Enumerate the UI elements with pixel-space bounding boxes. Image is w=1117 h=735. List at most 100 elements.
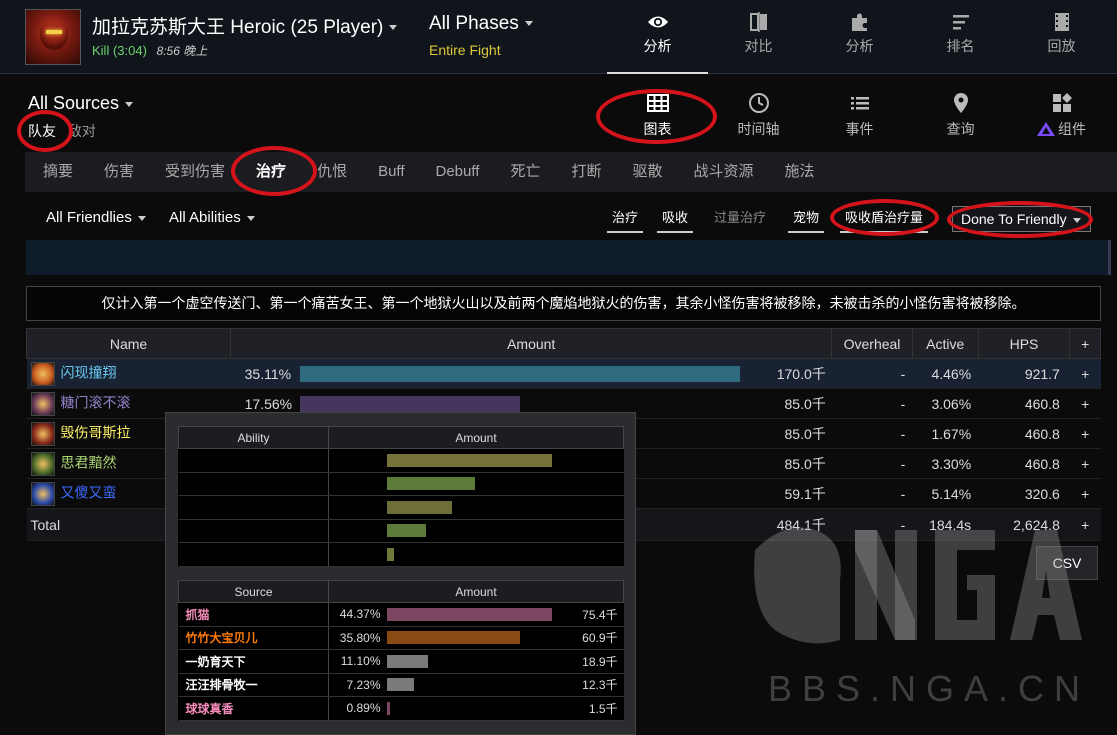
col-overheal[interactable]: Overheal xyxy=(831,328,913,359)
tab-threat[interactable]: 仇恨 xyxy=(307,152,357,192)
tab-summary[interactable]: 摘要 xyxy=(33,152,83,192)
expand-button[interactable]: + xyxy=(1069,358,1101,389)
source-name: 竹竹大宝贝儿 xyxy=(178,626,329,650)
overheal-value: - xyxy=(831,448,913,479)
table-row[interactable]: 闪现撞翔 35.11% 170.0千 -4.46% 921.7 + xyxy=(26,358,1101,389)
source-name: 汪汪排骨牧一 xyxy=(178,673,329,697)
view-label-text: 组件 xyxy=(1058,121,1086,137)
amount-value: 85.0千 xyxy=(758,388,832,419)
friendlies-dropdown[interactable]: All Friendlies xyxy=(46,209,146,226)
phase-sub: Entire Fight xyxy=(429,42,501,58)
hps-value: 460.8 xyxy=(978,418,1070,449)
ability-name xyxy=(178,448,329,473)
pill-overheal[interactable]: 过量治疗 xyxy=(709,205,771,231)
done-to-dropdown[interactable]: Done To Friendly xyxy=(952,206,1091,232)
sources-dropdown[interactable]: All Sources xyxy=(28,93,134,114)
view-tab-events[interactable]: 事件 xyxy=(809,88,910,150)
tab-damage-taken[interactable]: 受到伤害 xyxy=(155,152,235,192)
ability-name xyxy=(178,495,329,520)
expand-button[interactable]: + xyxy=(1069,478,1101,509)
tab-healing[interactable]: 治疗 xyxy=(246,152,296,192)
view-nav: 图表 时间轴 事件 查询 组件 xyxy=(607,88,1112,150)
source-header-row: Source Amount xyxy=(178,580,624,603)
active-value: 3.06% xyxy=(912,388,979,419)
ability-amount xyxy=(556,472,624,496)
tab-interrupts[interactable]: 打断 xyxy=(561,152,611,192)
tab-debuff[interactable]: Debuff xyxy=(426,152,490,192)
view-tab-table[interactable]: 图表 xyxy=(607,88,708,150)
view-label: 图表 xyxy=(643,121,672,137)
col-ability: Ability xyxy=(178,426,329,449)
csv-button[interactable]: CSV xyxy=(1036,546,1098,580)
expand-button[interactable]: + xyxy=(1069,448,1101,479)
nav-label: 对比 xyxy=(744,38,773,54)
tab-bar: 摘要 伤害 受到伤害 治疗 仇恨 Buff Debuff 死亡 打断 驱散 战斗… xyxy=(25,152,1117,192)
ability-bar-cell xyxy=(386,519,557,543)
ranking-icon xyxy=(952,15,969,30)
ability-amount xyxy=(556,448,624,473)
player-name-cell[interactable]: 闪现撞翔 xyxy=(26,358,231,389)
source-tab-friendly[interactable]: 队友 xyxy=(28,123,56,139)
col-amount[interactable]: Amount xyxy=(230,328,833,359)
eye-icon xyxy=(647,16,668,28)
graph-strip[interactable] xyxy=(26,240,1111,275)
amount-bar xyxy=(300,395,521,412)
pill-pets[interactable]: 宠物 xyxy=(788,205,825,233)
compare-icon xyxy=(749,12,767,32)
col-plus[interactable]: + xyxy=(1069,328,1101,359)
source-amount: 75.4千 xyxy=(556,602,624,627)
chevron-down-icon xyxy=(524,21,533,27)
tab-dispels[interactable]: 驱散 xyxy=(622,152,672,192)
expand-button[interactable]: + xyxy=(1069,388,1101,419)
done-to-label: Done To Friendly xyxy=(961,211,1067,227)
tab-damage[interactable]: 伤害 xyxy=(94,152,144,192)
nav-replay[interactable]: 回放 xyxy=(1011,0,1112,74)
ability-percent xyxy=(328,472,387,496)
hps-value: 320.6 xyxy=(978,478,1070,509)
view-tab-timeline[interactable]: 时间轴 xyxy=(708,88,809,150)
ability-name xyxy=(178,519,329,543)
player-name[interactable]: 毁伤哥斯拉 xyxy=(61,424,131,440)
tab-buff[interactable]: Buff xyxy=(368,152,414,192)
tab-resources[interactable]: 战斗资源 xyxy=(683,152,763,192)
col-active[interactable]: Active xyxy=(911,328,979,359)
source-bar xyxy=(386,631,520,645)
nav-puzzle[interactable]: 分析 xyxy=(809,0,910,74)
pill-healing[interactable]: 治疗 xyxy=(607,205,644,233)
pill-absorb[interactable]: 吸收 xyxy=(657,205,694,233)
nav-ranking[interactable]: 排名 xyxy=(910,0,1011,74)
total-amount: 484.1千 xyxy=(758,508,832,541)
chevron-down-icon xyxy=(125,101,134,107)
nav-analysis[interactable]: 分析 xyxy=(607,0,708,74)
boss-avatar xyxy=(25,9,81,65)
abilities-dropdown[interactable]: All Abilities xyxy=(169,209,255,226)
col-name[interactable]: Name xyxy=(25,328,232,359)
view-tab-query[interactable]: 查询 xyxy=(910,88,1011,150)
player-name[interactable]: 糖门滚不滚 xyxy=(61,394,131,410)
total-hps: 2,624.8 xyxy=(978,508,1070,541)
player-name[interactable]: 思君黯然 xyxy=(61,454,117,470)
tab-casts[interactable]: 施法 xyxy=(775,152,825,192)
amount-bar-cell xyxy=(300,358,759,389)
hps-value: 460.8 xyxy=(978,388,1070,419)
pill-absorb-shield[interactable]: 吸收盾治疗量 xyxy=(840,205,929,233)
expand-button[interactable]: + xyxy=(1069,418,1101,449)
tab-deaths[interactable]: 死亡 xyxy=(500,152,550,192)
player-name[interactable]: 又傻又蛮 xyxy=(61,484,117,500)
amount-value: 85.0千 xyxy=(758,418,832,449)
player-name[interactable]: 闪现撞翔 xyxy=(61,364,117,380)
view-tab-components[interactable]: 组件 xyxy=(1011,88,1112,150)
source-tab-enemy[interactable]: 敌对 xyxy=(68,123,96,139)
list-icon xyxy=(850,97,869,110)
ability-percent xyxy=(328,542,387,567)
ability-percent xyxy=(328,495,387,520)
phases-dropdown[interactable]: All Phases xyxy=(429,13,533,35)
tooltip-row: 一奶育天下 11.10% 18.9千 xyxy=(178,649,624,674)
overheal-value: - xyxy=(831,358,913,389)
spec-icon xyxy=(30,481,55,506)
expand-button[interactable]: + xyxy=(1069,508,1101,541)
chevron-down-icon xyxy=(1072,217,1081,223)
boss-title-dropdown[interactable]: 加拉克苏斯大王 Heroic (25 Player) xyxy=(92,12,398,39)
col-hps[interactable]: HPS xyxy=(977,328,1071,359)
nav-compare[interactable]: 对比 xyxy=(708,0,809,74)
